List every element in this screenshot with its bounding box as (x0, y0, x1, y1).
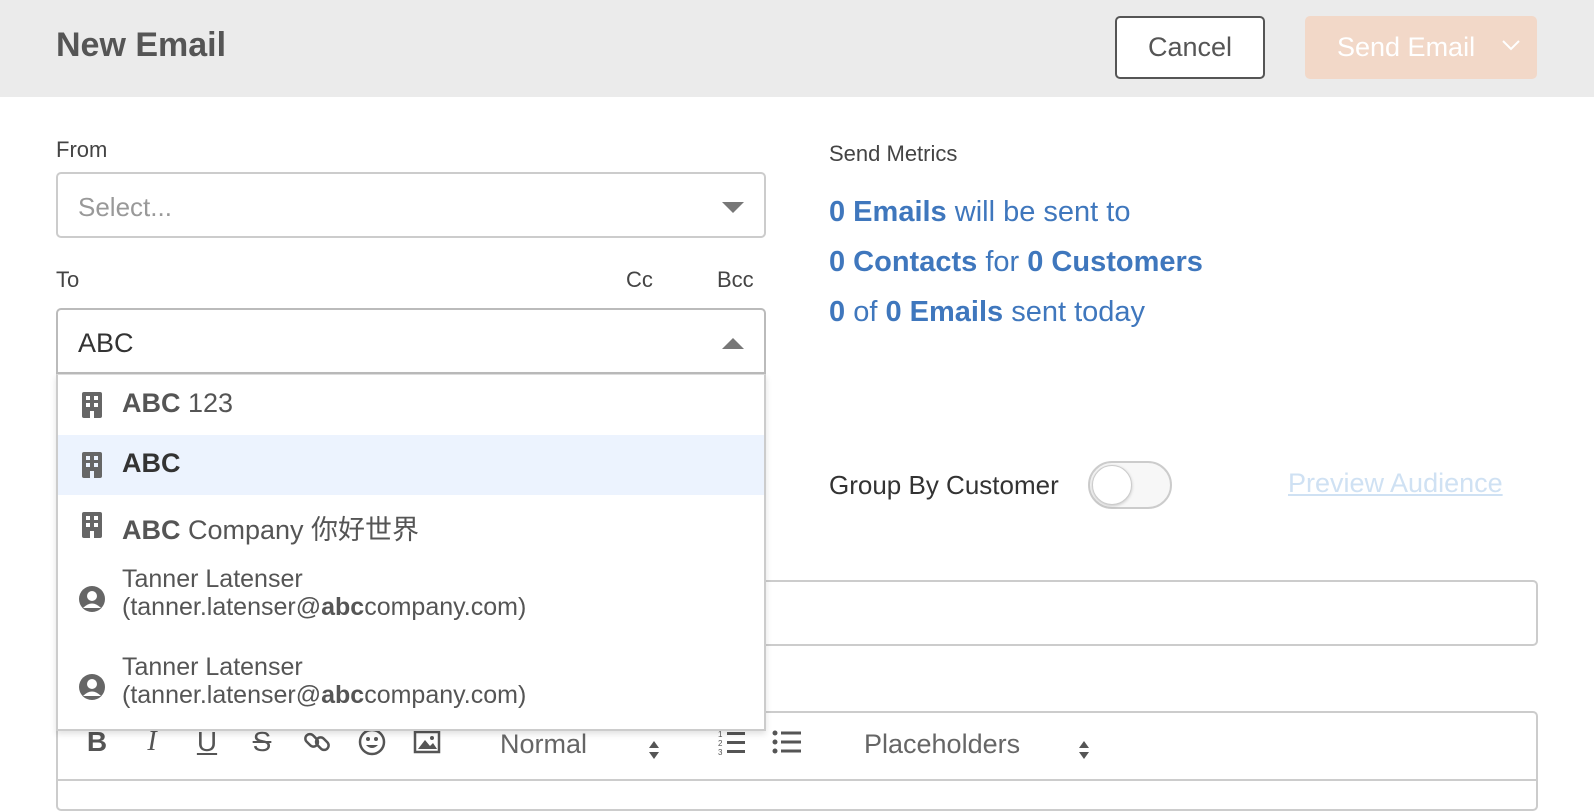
to-select[interactable]: ABC (56, 308, 766, 374)
group-by-customer-label: Group By Customer (829, 470, 1059, 500)
dropdown-option[interactable]: Tanner Latenser (tanner.latenser@abccompa… (58, 643, 764, 731)
bullet-list-icon[interactable] (772, 727, 802, 757)
metric-daily: 0 of 0 Emails sent today (829, 296, 1146, 328)
bold-icon[interactable]: B (82, 727, 112, 757)
building-icon (82, 392, 102, 418)
option-label: ABC Company 你好世界 (122, 515, 420, 545)
svg-text:3: 3 (718, 748, 723, 757)
send-email-button[interactable]: Send Email (1305, 16, 1537, 79)
from-placeholder: Select... (78, 192, 172, 222)
option-label: Tanner Latenser (tanner.latenser@abccompa… (122, 565, 527, 621)
caret-down-icon (722, 202, 744, 213)
group-by-customer-toggle[interactable] (1088, 461, 1172, 509)
from-label: From (56, 137, 108, 162)
toggle-knob (1092, 465, 1132, 505)
caret-up-icon (722, 338, 744, 349)
to-label: To (56, 267, 80, 292)
emoji-icon[interactable] (357, 727, 387, 757)
option-label: Tanner Latenser (tanner.latenser@abccompa… (122, 653, 527, 709)
toolbar-divider (58, 779, 1536, 781)
dropdown-option[interactable]: ABC 123 (58, 375, 764, 435)
to-input-value[interactable]: ABC (78, 328, 134, 359)
building-icon (82, 512, 102, 538)
dropdown-option[interactable]: Tanner Latenser (tanner.latenser@abccompa… (58, 555, 764, 643)
cc-link[interactable]: Cc (626, 267, 653, 293)
updown-arrows-icon (649, 741, 659, 759)
link-icon[interactable] (302, 727, 332, 757)
from-select[interactable]: Select... (56, 172, 766, 238)
svg-text:1: 1 (718, 730, 723, 739)
chevron-down-icon[interactable] (1501, 38, 1521, 52)
user-circle-icon (79, 674, 105, 700)
dropdown-option[interactable]: ABC Company 你好世界 (58, 495, 764, 555)
user-circle-icon (79, 586, 105, 612)
page-title: New Email (56, 26, 227, 64)
cancel-button[interactable]: Cancel (1115, 16, 1265, 79)
option-label: ABC (122, 448, 181, 478)
header-bar: New Email Cancel Send Email (0, 0, 1594, 97)
preview-audience-link[interactable]: Preview Audience (1288, 468, 1503, 499)
svg-text:2: 2 (718, 739, 723, 748)
bcc-link[interactable]: Bcc (717, 267, 754, 293)
option-label: ABC 123 (122, 388, 234, 418)
dropdown-option-highlighted[interactable]: ABC (58, 435, 764, 495)
strikethrough-icon[interactable]: S (247, 727, 277, 757)
underline-icon[interactable]: U (192, 727, 222, 757)
ordered-list-icon[interactable]: 1 2 3 (717, 727, 747, 757)
metric-contacts: 0 Contacts for 0 Customers (829, 246, 1203, 278)
image-icon[interactable] (412, 727, 442, 757)
italic-icon[interactable]: I (137, 727, 167, 757)
metric-emails: 0 Emails will be sent to (829, 196, 1131, 228)
send-metrics-label: Send Metrics (829, 141, 958, 166)
updown-arrows-icon (1079, 741, 1089, 759)
format-select[interactable]: Normal (500, 729, 587, 760)
send-email-label: Send Email (1337, 32, 1476, 62)
building-icon (82, 452, 102, 478)
placeholders-select[interactable]: Placeholders (864, 729, 1020, 760)
recipient-dropdown: ABC 123 ABC ABC Company 你好世界 Tanner Late… (56, 374, 766, 731)
